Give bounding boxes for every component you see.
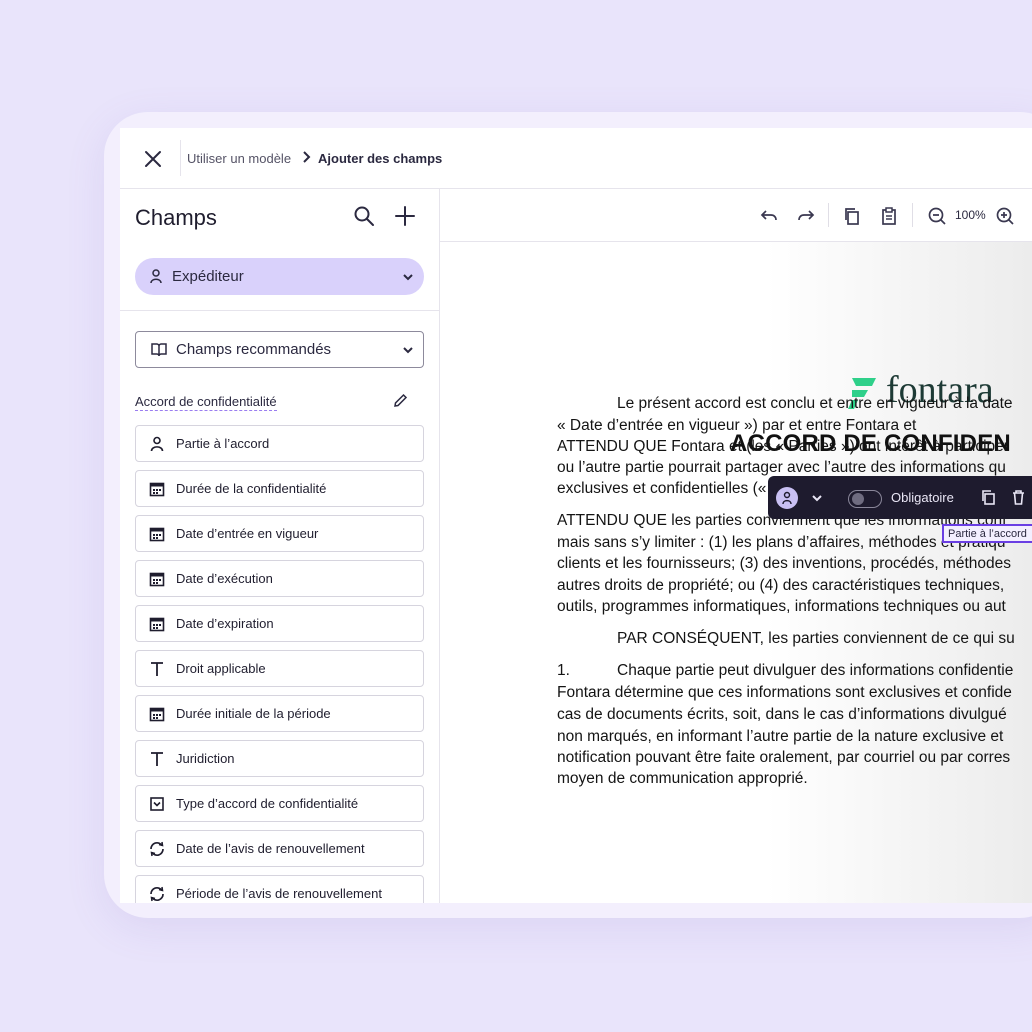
document-text-line: Fontara détermine que ces informations s… [557,684,1012,701]
document-text-line: notification pouvant être faite oralemen… [557,749,1011,766]
paste-icon[interactable] [879,206,899,226]
toggle-knob [852,493,864,505]
app-screen: Utiliser un modèle Ajouter des champs Ch… [120,128,1032,903]
field-item[interactable]: Type d’accord de confidentialité [135,785,424,822]
field-item-label: Juridiction [176,751,235,766]
field-item-label: Date d’exécution [176,571,273,586]
zoom-in-icon[interactable] [995,206,1015,226]
zoom-out-icon[interactable] [927,206,947,226]
person-icon [782,491,792,505]
duplicate-icon[interactable] [980,489,997,506]
document-text-line: « Date d’entrée en vigueur ») par et ent… [557,417,917,434]
trash-icon[interactable] [1010,489,1027,506]
document-area: 100% fontara ACCORD DE CONFIDEN Le prése… [440,189,1032,903]
person-icon [150,269,162,284]
document-text-line: mais sans s’y limiter : (1) les plans d’… [557,534,1006,551]
redo-icon[interactable] [796,206,816,226]
calendar-icon [149,707,165,722]
field-item-label: Date d’expiration [176,616,274,631]
field-item-label: Date d’entrée en vigueur [176,526,319,541]
field-item[interactable]: Date de l’avis de renouvellement [135,830,424,867]
divider [912,203,913,227]
calendar-icon [149,572,165,587]
field-item-label: Partie à l’accord [176,436,270,451]
search-icon[interactable] [352,204,376,228]
calendar-icon [149,482,165,497]
sender-selector[interactable]: Expéditeur [135,258,424,295]
chevron-down-icon[interactable] [810,491,824,505]
divider [180,140,181,176]
field-toolbar: Obligatoire [768,476,1032,519]
required-label: Obligatoire [891,490,954,505]
book-icon [151,343,167,357]
breadcrumb-step-template[interactable]: Utiliser un modèle [187,151,291,166]
recommended-fields-label: Champs recommandés [176,341,332,358]
sender-label: Expéditeur [172,268,244,285]
field-item[interactable]: Juridiction [135,740,424,777]
calendar-icon [149,527,165,542]
field-item-label: Date de l’avis de renouvellement [176,841,365,856]
undo-icon[interactable] [759,206,779,226]
dropdown-icon [150,797,164,811]
field-item[interactable]: Période de l’avis de renouvellement [135,875,424,903]
top-bar: Utiliser un modèle Ajouter des champs [120,128,1032,189]
document-text-line: non marqués, en informant l’autre partie… [557,728,1004,745]
add-icon[interactable] [393,204,417,228]
divider [828,203,829,227]
person-icon [150,436,164,452]
chevron-down-icon [403,274,413,281]
text-icon [151,752,163,766]
field-item-label: Type d’accord de confidentialité [176,796,359,811]
text-icon [151,662,163,676]
zoom-level: 100% [955,208,986,222]
required-toggle[interactable] [848,490,882,508]
document-text-line: Le présent accord est conclu et entre en… [617,395,1013,412]
renew-icon [150,841,164,857]
document-text-line: moyen de communication approprié. [557,770,808,787]
field-item[interactable]: Date d’entrée en vigueur [135,515,424,552]
document-text-line: ATTENDU QUE Fontara et (les « Parties »)… [557,438,1009,455]
document-text-line: 1. [557,662,570,679]
fields-sidebar: Champs Expéditeur Champs recommandés Acc… [120,189,440,903]
document-text-line: ou l’autre partie pourrait partager avec… [557,459,1006,476]
field-item[interactable]: Durée initiale de la période [135,695,424,732]
divider [120,310,439,311]
field-item[interactable]: Date d’expiration [135,605,424,642]
field-item[interactable]: Date d’exécution [135,560,424,597]
section-label: Accord de confidentialité [135,394,277,411]
renew-icon [150,886,164,902]
field-item-label: Période de l’avis de renouvellement [176,886,382,901]
document-text-line: outils, programmes informatiques, inform… [557,598,1006,615]
document-text-line: PAR CONSÉQUENT, les parties conviennent … [617,630,1015,647]
placed-field-party[interactable]: Partie à l’accord [942,524,1032,543]
recipient-avatar[interactable] [776,487,798,509]
field-item[interactable]: Durée de la confidentialité [135,470,424,507]
copy-icon[interactable] [842,206,862,226]
field-item-label: Durée initiale de la période [176,706,331,721]
pencil-icon[interactable] [392,392,409,409]
breadcrumb-step-add-fields: Ajouter des champs [318,151,443,166]
document-toolbar: 100% [440,189,1032,242]
recommended-fields-select[interactable]: Champs recommandés [135,331,424,368]
document-text-line: cas de documents écrits, soit, dans le c… [557,706,1007,723]
chevron-right-icon [303,151,311,163]
document-text-line: Chaque partie peut divulguer des informa… [617,662,1014,679]
field-item[interactable]: Partie à l’accord [135,425,424,462]
field-item-label: Droit applicable [176,661,266,676]
sidebar-title: Champs [135,205,217,230]
field-item[interactable]: Droit applicable [135,650,424,687]
chevron-down-icon [403,347,413,354]
document-text-line: autres droits de propriété; ou (4) des c… [557,577,1005,594]
field-item-label: Durée de la confidentialité [176,481,327,496]
calendar-icon [149,617,165,632]
placed-field-label: Partie à l’accord [948,528,1027,540]
document-text-line: clients et les fournisseurs; (3) des inv… [557,555,1012,572]
close-icon[interactable] [140,146,166,172]
